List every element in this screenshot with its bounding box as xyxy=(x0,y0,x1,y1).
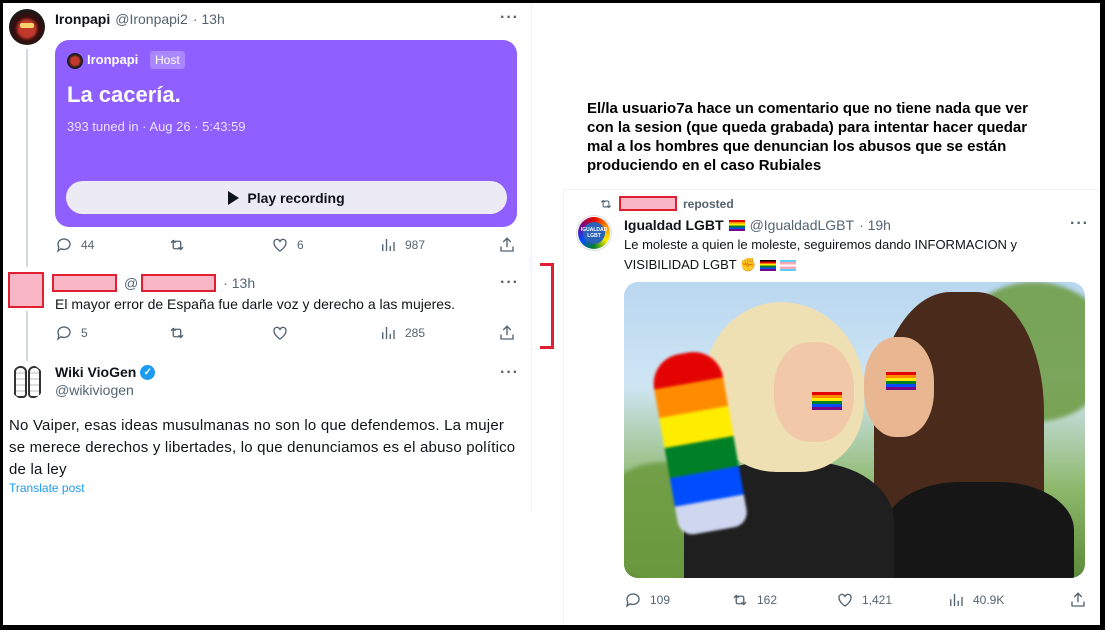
avatar[interactable] xyxy=(9,9,45,45)
play-label: Play recording xyxy=(247,189,345,206)
post-time[interactable]: · 13h xyxy=(223,275,255,291)
reposted-label: reposted xyxy=(683,196,734,211)
host-name: Ironpapi xyxy=(87,52,139,67)
verified-badge-icon: ✓ xyxy=(140,364,156,380)
play-icon xyxy=(228,190,240,205)
thread-line xyxy=(26,311,28,361)
avatar[interactable] xyxy=(9,364,45,400)
post-text-line1: Le moleste a quien le moleste, seguiremo… xyxy=(624,237,1018,252)
repost-button[interactable] xyxy=(168,324,186,342)
post-actions: 44 6 987 xyxy=(55,235,525,255)
views-icon xyxy=(947,591,965,609)
handle-at: @ xyxy=(124,275,139,291)
highlight-bracket xyxy=(540,263,554,349)
views-count: 40.9K xyxy=(973,593,1005,607)
thread-line xyxy=(26,49,28,267)
screenshot-frame: Ironpapi @Ironpapi2 · 13h ··· Ironpapi H… xyxy=(3,3,1100,625)
host-avatar xyxy=(67,53,83,69)
shoe-icon xyxy=(28,366,41,398)
views-button[interactable]: 285 xyxy=(379,324,425,342)
reply-icon xyxy=(55,236,73,254)
author-name[interactable]: Wiki VioGen xyxy=(55,364,136,380)
host-badge: Host xyxy=(150,51,185,69)
person-right-body xyxy=(884,482,1074,578)
post-text-line2: VISIBILIDAD LGBT ✊ xyxy=(624,257,757,272)
share-icon xyxy=(1069,591,1087,609)
reply-icon xyxy=(55,324,73,342)
avatar[interactable]: IGUALDAD LGBT xyxy=(576,215,612,251)
share-icon xyxy=(498,324,516,342)
views-button[interactable]: 40.9K xyxy=(947,591,1004,609)
space-meta: 393 tuned in · Aug 26 · 5:43:59 xyxy=(67,119,246,134)
share-button[interactable] xyxy=(1069,591,1087,609)
post-actions: 5 285 xyxy=(55,323,525,343)
annotation-caption: El/la usuario7a hace un comentario que n… xyxy=(587,100,1028,174)
post-time[interactable]: · 13h xyxy=(193,11,225,27)
author-handle[interactable]: @IgualdadLGBT xyxy=(750,217,855,233)
views-icon xyxy=(379,324,397,342)
reply-button[interactable]: 109 xyxy=(624,591,670,609)
repost-icon xyxy=(168,236,186,254)
more-options-icon[interactable]: ··· xyxy=(500,9,519,27)
column-divider xyxy=(531,3,532,513)
views-button[interactable]: 987 xyxy=(379,236,425,254)
repost-count: 162 xyxy=(757,593,778,607)
repost-button[interactable] xyxy=(168,236,194,254)
progress-pride-flag-icon xyxy=(759,260,776,272)
space-card[interactable]: Ironpapi Host La cacería. 393 tuned in ·… xyxy=(55,40,517,227)
post-time[interactable]: · 19h xyxy=(859,217,891,233)
repost-icon xyxy=(731,591,749,609)
views-count: 987 xyxy=(405,238,426,252)
repost-icon xyxy=(599,197,613,211)
repost-button[interactable]: 162 xyxy=(731,591,777,609)
reply-count: 44 xyxy=(81,238,95,252)
space-title: La cacería. xyxy=(67,82,181,107)
heart-icon xyxy=(836,591,854,609)
translate-post-link[interactable]: Translate post xyxy=(9,481,85,495)
post-text: No Vaiper, esas ideas musulmanas no son … xyxy=(9,417,516,478)
views-icon xyxy=(379,236,397,254)
author-handle[interactable]: @wikiviogen xyxy=(55,382,134,398)
like-button[interactable]: 6 xyxy=(271,236,304,254)
repost-icon xyxy=(168,324,186,342)
shoe-icon xyxy=(14,366,27,398)
heart-icon xyxy=(271,236,289,254)
heart-icon xyxy=(271,324,289,342)
like-button[interactable]: 1,421 xyxy=(836,591,892,609)
views-count: 285 xyxy=(405,326,426,340)
post-text: Le moleste a quien le moleste, seguiremo… xyxy=(624,235,1017,275)
reply-button[interactable]: 5 xyxy=(55,324,88,342)
share-button[interactable] xyxy=(498,236,516,254)
reply-count: 109 xyxy=(650,593,671,607)
avatar-text: IGUALDAD LGBT xyxy=(581,222,607,244)
trans-flag-icon xyxy=(779,260,796,272)
more-options-icon[interactable]: ··· xyxy=(500,364,519,382)
post-text: El mayor error de España fue darle voz y… xyxy=(55,296,455,312)
left-thread: Ironpapi @Ironpapi2 · 13h ··· Ironpapi H… xyxy=(3,3,533,513)
post-actions: 109 162 1,421 40.9K xyxy=(624,590,1094,610)
rainbow-face-paint xyxy=(886,372,916,390)
like-count: 1,421 xyxy=(862,593,893,607)
post-image[interactable] xyxy=(624,282,1085,578)
share-button[interactable] xyxy=(498,324,516,342)
author-handle[interactable]: @Ironpapi2 xyxy=(115,11,188,27)
more-options-icon[interactable]: ··· xyxy=(1070,215,1089,233)
redacted-reposter xyxy=(619,196,677,211)
redacted-name xyxy=(52,274,117,292)
reply-count: 5 xyxy=(81,326,88,340)
reply-icon xyxy=(624,591,642,609)
like-button[interactable] xyxy=(271,324,289,342)
more-options-icon[interactable]: ··· xyxy=(500,274,519,292)
rainbow-face-paint xyxy=(812,392,842,410)
share-icon xyxy=(498,236,516,254)
author-name[interactable]: Igualdad LGBT xyxy=(624,217,724,233)
rainbow-flag-icon xyxy=(728,219,745,231)
redacted-avatar xyxy=(8,272,44,308)
author-name[interactable]: Ironpapi xyxy=(55,11,110,27)
reply-button[interactable]: 44 xyxy=(55,236,94,254)
redacted-handle xyxy=(141,274,217,292)
like-count: 6 xyxy=(297,238,304,252)
play-recording-button[interactable]: Play recording xyxy=(66,181,507,214)
